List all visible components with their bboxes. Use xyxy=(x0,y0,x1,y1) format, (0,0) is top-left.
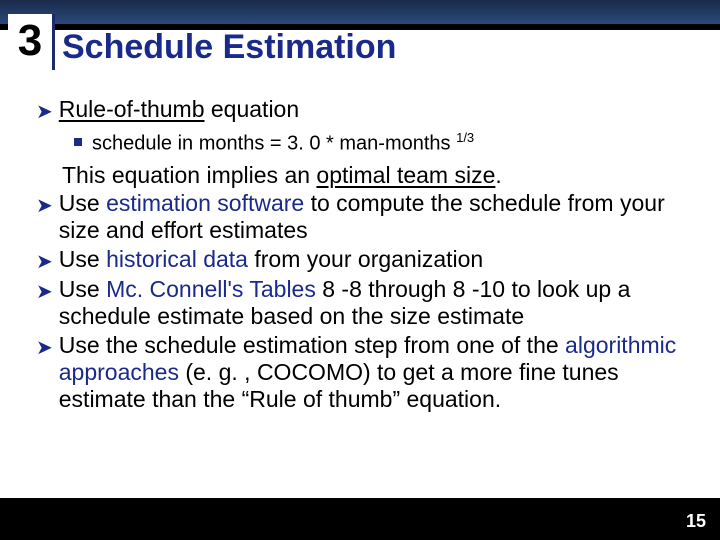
content-area: ➤ Rule-of-thumb equation schedule in mon… xyxy=(36,88,690,413)
arrow-icon: ➤ xyxy=(36,335,53,360)
slide-title: Schedule Estimation xyxy=(62,24,396,67)
bottom-bar: 15 xyxy=(0,498,720,540)
bullet1-underlined: Rule-of-thumb xyxy=(59,96,205,122)
step-number: 3 xyxy=(8,14,52,68)
bullet2-blue: estimation software xyxy=(106,190,304,216)
bullet-historical-data: ➤ Use historical data from your organiza… xyxy=(36,246,690,274)
square-icon xyxy=(74,138,82,146)
bullet-mcconnell-tables: ➤ Use Mc. Connell's Tables 8 -8 through … xyxy=(36,276,690,330)
sub-bullet-equation: schedule in months = 3. 0 * man-months 1… xyxy=(74,130,690,156)
top-accent-bar xyxy=(0,0,720,24)
bullet3-after: from your organization xyxy=(248,246,483,272)
page-number: 15 xyxy=(686,511,706,532)
para1-underlined: optimal team size xyxy=(316,162,495,188)
bullet4-blue: Mc. Connell's Tables xyxy=(106,276,316,302)
bullet3-blue: historical data xyxy=(106,246,248,272)
bullet-rule-of-thumb: ➤ Rule-of-thumb equation xyxy=(36,96,690,124)
slide: 3 Schedule Estimation ➤ Rule-of-thumb eq… xyxy=(0,0,720,540)
bullet-estimation-software: ➤ Use estimation software to compute the… xyxy=(36,190,690,244)
arrow-icon: ➤ xyxy=(36,249,53,274)
para1-after: . xyxy=(495,162,501,188)
title-divider xyxy=(52,14,55,70)
para1-before: This equation implies an xyxy=(62,162,316,188)
arrow-icon: ➤ xyxy=(36,279,53,304)
arrow-icon: ➤ xyxy=(36,99,53,124)
bullet4-before: Use xyxy=(59,276,106,302)
sub1-exponent: 1/3 xyxy=(456,130,474,145)
bullet-algorithmic-approaches: ➤ Use the schedule estimation step from … xyxy=(36,332,690,413)
bullet5-before: Use the schedule estimation step from on… xyxy=(59,332,565,358)
arrow-icon: ➤ xyxy=(36,193,53,218)
bullet2-before: Use xyxy=(59,190,106,216)
paragraph-optimal-team: This equation implies an optimal team si… xyxy=(62,162,690,188)
bullet1-rest: equation xyxy=(205,96,300,122)
sub1-text: schedule in months = 3. 0 * man-months xyxy=(92,133,456,155)
bullet3-before: Use xyxy=(59,246,106,272)
